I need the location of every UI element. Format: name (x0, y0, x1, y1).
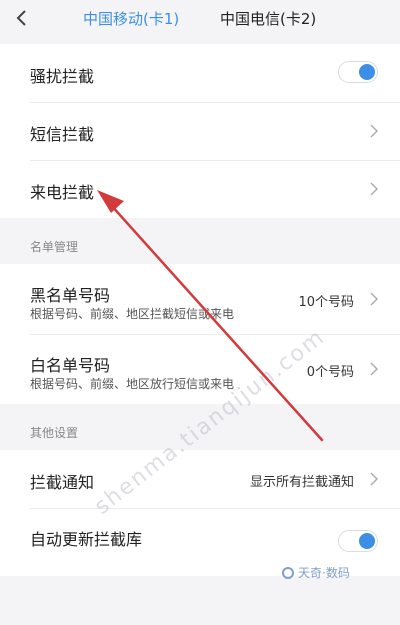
other-settings-title: 其他设置 (30, 426, 79, 440)
whitelist-row[interactable]: 白名单号码 根据号码、前缀、地区放行短信或来电 0个号码 (0, 334, 400, 404)
block-notification-label: 拦截通知 (30, 473, 95, 492)
chevron-right-icon (370, 362, 378, 376)
other-settings-card: 拦截通知 显示所有拦截通知 自动更新拦截库 (0, 450, 400, 576)
auto-update-toggle[interactable] (338, 530, 378, 552)
watermark-logo-text: 天奇·数码 (298, 566, 350, 580)
tab-sim1[interactable]: 中国移动(卡1) (83, 9, 179, 29)
toggle-knob (359, 64, 375, 80)
harassment-block-label: 骚扰拦截 (30, 67, 95, 86)
sms-block-row[interactable]: 短信拦截 (0, 102, 400, 160)
chevron-right-icon (370, 472, 378, 486)
block-settings-card: 骚扰拦截 短信拦截 来电拦截 (0, 44, 400, 218)
block-notification-value: 显示所有拦截通知 (249, 475, 354, 490)
harassment-block-row[interactable]: 骚扰拦截 (0, 44, 400, 102)
whitelist-description: 根据号码、前缀、地区放行短信或来电 (30, 377, 235, 391)
block-notification-row[interactable]: 拦截通知 显示所有拦截通知 (0, 450, 400, 508)
whitelist-count: 0个号码 (306, 365, 354, 380)
top-bar: 中国移动(卡1) 中国电信(卡2) (0, 0, 400, 40)
list-management-title: 名单管理 (30, 240, 79, 254)
blacklist-description: 根据号码、前缀、地区拦截短信或来电 (30, 307, 235, 321)
back-arrow-icon[interactable] (10, 6, 34, 30)
sms-block-label: 短信拦截 (30, 125, 95, 144)
chevron-right-icon (370, 182, 378, 196)
chevron-right-icon (370, 124, 378, 138)
logo-circle-icon (282, 567, 294, 579)
chevron-right-icon (370, 292, 378, 306)
blacklist-row[interactable]: 黑名单号码 根据号码、前缀、地区拦截短信或来电 10个号码 (0, 264, 400, 334)
tab-sim2[interactable]: 中国电信(卡2) (220, 9, 316, 29)
watermark-logo: 天奇·数码 (282, 564, 350, 581)
blacklist-label: 黑名单号码 (30, 286, 111, 305)
list-management-card: 黑名单号码 根据号码、前缀、地区拦截短信或来电 10个号码 白名单号码 根据号码… (0, 264, 400, 404)
blacklist-count: 10个号码 (298, 295, 354, 310)
toggle-knob (359, 533, 375, 549)
call-block-label: 来电拦截 (30, 183, 95, 202)
auto-update-label: 自动更新拦截库 (30, 530, 143, 549)
harassment-block-toggle[interactable] (338, 61, 378, 83)
call-block-row[interactable]: 来电拦截 (0, 160, 400, 218)
whitelist-label: 白名单号码 (30, 356, 111, 375)
